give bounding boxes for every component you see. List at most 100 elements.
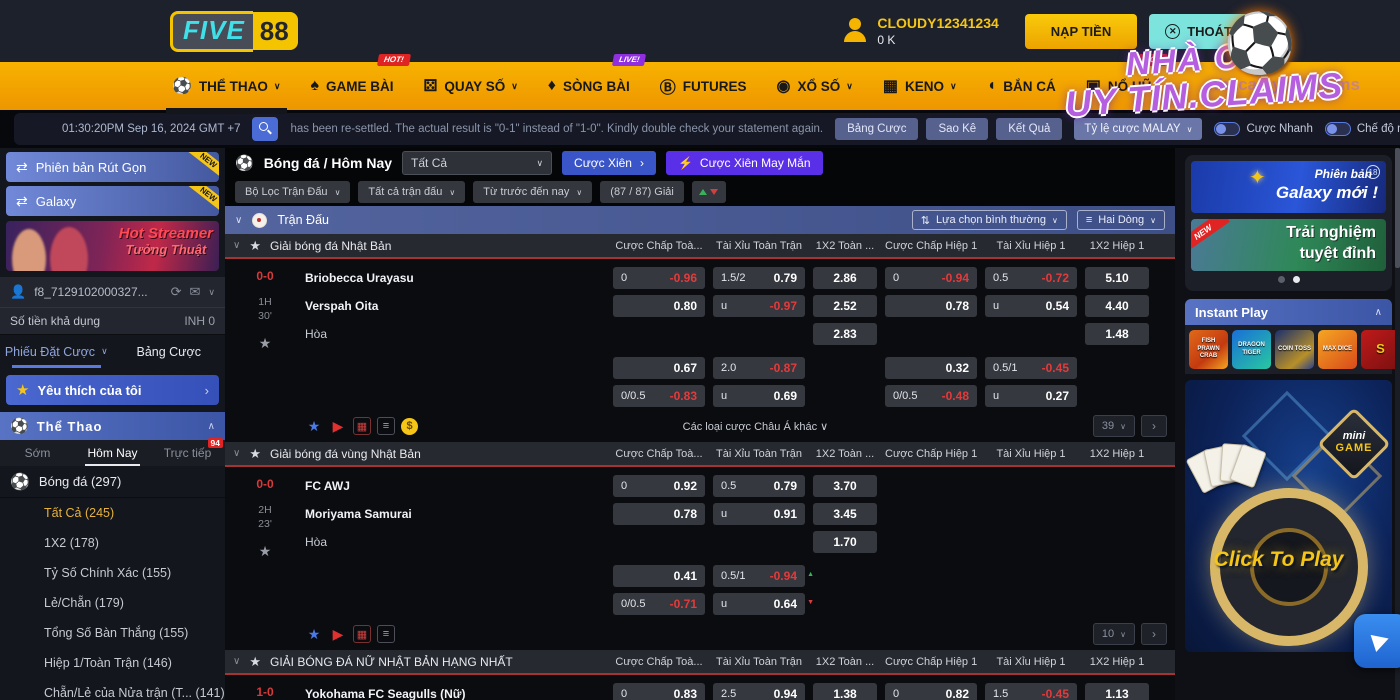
odds-cell[interactable]: 0.41 xyxy=(613,565,705,587)
odds-cell[interactable]: 00.82 xyxy=(885,683,977,700)
odds-cell[interactable]: u0.91 xyxy=(713,503,805,525)
odds-type-dropdown[interactable]: Tỷ lệ cược MALAY ∨ xyxy=(1074,118,1202,140)
favorites-button[interactable]: ★ Yêu thích của tôi › xyxy=(6,375,219,405)
favorite-star-icon[interactable]: ★ xyxy=(305,417,323,435)
odds-cell[interactable]: 0/0.5-0.71 xyxy=(613,593,705,615)
odds-cell[interactable]: 1.5/20.79 xyxy=(713,267,805,289)
chat-fab-button[interactable] xyxy=(1354,614,1400,668)
market-item[interactable]: Chẵn/Lẻ của Nửa trận (T... (141) xyxy=(0,678,225,700)
sport-row-football[interactable]: ⚽ Bóng đá (297) xyxy=(0,466,225,498)
sort-toggle[interactable] xyxy=(692,181,726,203)
pitch-view-icon[interactable]: ▦ xyxy=(353,625,371,643)
chevron-down-icon[interactable]: ∨ xyxy=(208,287,215,298)
market-item[interactable]: Hiệp 1/Toàn Trận (146) xyxy=(0,648,225,678)
odds-cell[interactable]: u0.54 xyxy=(985,295,1077,317)
chevron-down-icon[interactable]: ∨ xyxy=(235,215,242,226)
odds-cell[interactable]: 2.0-0.87 xyxy=(713,357,805,379)
odds-cell[interactable]: u0.27 xyxy=(985,385,1077,407)
odds-cell[interactable]: 2.83 xyxy=(813,323,877,345)
odds-cell[interactable]: 0-0.96 xyxy=(613,267,705,289)
time-tab-hôm-nay[interactable]: Hôm Nay xyxy=(75,440,150,466)
odds-cell[interactable]: 00.83 xyxy=(613,683,705,700)
galaxy-version-button[interactable]: ⇄ Galaxy NEW xyxy=(6,186,219,216)
live-stream-icon[interactable]: ▶ xyxy=(329,417,347,435)
lucky-parlay-button[interactable]: ⚡ Cược Xiên May Mắn xyxy=(666,151,823,175)
odds-cell[interactable]: 0.78 xyxy=(885,295,977,317)
subbar-button-kết-quả[interactable]: Kết Quả xyxy=(996,118,1062,140)
more-bets-count-dropdown[interactable]: 10∨ xyxy=(1093,623,1135,645)
favorite-star-icon[interactable]: ★ xyxy=(259,335,272,352)
filter-t-tr-c-n-nay[interactable]: Từ trước đến nay∨ xyxy=(473,181,592,203)
odds-cell[interactable]: 0.5/1-0.94 xyxy=(713,565,805,587)
tab-betslip[interactable]: Phiếu Đặt Cược ∨ xyxy=(0,335,113,368)
filter--87-87-gi-i[interactable]: (87 / 87) Giải xyxy=(600,181,684,203)
nav-item-futures[interactable]: ⒷFUTURES xyxy=(660,62,747,110)
nav-item-quay-số[interactable]: ⚄QUAY SỐ∨ xyxy=(424,62,518,110)
odds-cell[interactable]: 00.92 xyxy=(613,475,705,497)
more-bets-count-dropdown[interactable]: 39∨ xyxy=(1093,415,1135,437)
chevron-down-icon[interactable]: ∨ xyxy=(233,240,240,251)
game-tile-fish-prawn-crab[interactable]: FISH PRAWN CRAB xyxy=(1189,330,1228,369)
galaxy-banner[interactable]: ✦ 18 Phiên bản Galaxy mới ! xyxy=(1191,161,1386,213)
odds-cell[interactable]: 2.86 xyxy=(813,267,877,289)
account-row[interactable]: 👤 f8_7129102000327... ⟳ ✉ ∨ xyxy=(0,277,225,307)
mail-icon[interactable]: ✉ xyxy=(190,284,201,300)
filter-t-t-c-tr-n-u[interactable]: Tất cả trận đấu∨ xyxy=(358,181,465,203)
stats-icon[interactable]: ≡ xyxy=(377,625,395,643)
odds-cell[interactable]: 0.50.79 xyxy=(713,475,805,497)
time-tab-sớm[interactable]: Sớm xyxy=(0,440,75,466)
stats-icon[interactable]: ≡ xyxy=(377,417,395,435)
odds-cell[interactable]: 2.50.94 xyxy=(713,683,805,700)
odds-cell[interactable]: 1.38 xyxy=(813,683,877,700)
favorite-star-icon[interactable]: ★ xyxy=(305,625,323,643)
odds-cell[interactable]: 0.78 xyxy=(613,503,705,525)
chevron-down-icon[interactable]: ∨ xyxy=(233,656,240,667)
star-icon[interactable]: ★ xyxy=(249,446,261,462)
odds-cell[interactable]: 1.48 xyxy=(1085,323,1149,345)
next-arrow-button[interactable]: › xyxy=(1141,415,1167,437)
mini-game-promo[interactable]: mini GAME Click To Play xyxy=(1185,380,1392,652)
nav-item-nổ-hũ[interactable]: ▣NỔ HŨHOT xyxy=(1086,62,1152,110)
carousel-dot[interactable] xyxy=(1278,276,1285,283)
view-mode-dropdown[interactable]: ⇅ Lựa chọn bình thường ∨ xyxy=(912,210,1067,230)
odds-cell[interactable]: u0.64 xyxy=(713,593,805,615)
odds-cell[interactable]: 0.32 xyxy=(885,357,977,379)
odds-cell[interactable]: u-0.97 xyxy=(713,295,805,317)
sports-section-header[interactable]: ⚽ Thể Thao ∧ xyxy=(0,412,225,440)
market-item[interactable]: Tỷ Số Chính Xác (155) xyxy=(0,558,225,588)
compact-version-button[interactable]: ⇄ Phiên bản Rút Gọn NEW xyxy=(6,152,219,182)
quick-bet-toggle[interactable]: Cược Nhanh xyxy=(1214,122,1312,136)
nav-item-keno[interactable]: ▦KENO∨ xyxy=(883,62,957,110)
odds-cell[interactable]: 5.10 xyxy=(1085,267,1149,289)
market-item[interactable]: Tổng Số Bàn Thắng (155) xyxy=(0,618,225,648)
filter-b-l-c-tr-n-u[interactable]: Bộ Lọc Trận Đấu∨ xyxy=(235,181,350,203)
deposit-button[interactable]: NẠP TIỀN xyxy=(1025,14,1137,49)
line-mode-dropdown[interactable]: ≡ Hai Dòng ∨ xyxy=(1077,210,1165,230)
odds-cell[interactable]: 0.67 xyxy=(613,357,705,379)
search-button[interactable] xyxy=(252,117,278,141)
nav-item-bắn-cá[interactable]: ◖BẮN CÁ xyxy=(987,62,1056,110)
star-icon[interactable]: ★ xyxy=(249,238,261,254)
star-icon[interactable]: ★ xyxy=(249,654,261,670)
odds-cell[interactable]: 0.80 xyxy=(613,295,705,317)
experience-banner[interactable]: NEW Trải nghiệm tuyệt đỉnh xyxy=(1191,219,1386,271)
subbar-button-bảng-cược[interactable]: Bảng Cược xyxy=(835,118,918,140)
nav-item-sòng-bài[interactable]: ♦SÒNG BÀILIVE! xyxy=(548,62,630,110)
league-select-dropdown[interactable]: Tất Cả ∨ xyxy=(402,151,552,175)
odds-cell[interactable]: 0.5/1-0.45 xyxy=(985,357,1077,379)
odds-cell[interactable]: u0.69 xyxy=(713,385,805,407)
tab-pending-bets[interactable]: Bảng Cược xyxy=(113,335,226,368)
odds-cell[interactable]: 0/0.5-0.83 xyxy=(613,385,705,407)
game-tile-max-dice[interactable]: MAX DICE xyxy=(1318,330,1357,369)
odds-cell[interactable]: 1.5-0.45 xyxy=(985,683,1077,700)
odds-cell[interactable]: 1.70 xyxy=(813,531,877,553)
hot-streamer-banner[interactable]: Hot Streamer Tưởng Thuật xyxy=(6,221,219,271)
odds-cell[interactable]: 4.40 xyxy=(1085,295,1149,317)
user-block[interactable]: CLOUDY12341234 0 K xyxy=(842,15,998,47)
time-tab-trực-tiếp[interactable]: Trực tiếp94 xyxy=(150,440,225,466)
favorite-star-icon[interactable]: ★ xyxy=(259,543,272,560)
chevron-down-icon[interactable]: ∨ xyxy=(233,448,240,459)
live-stream-icon[interactable]: ▶ xyxy=(329,625,347,643)
nav-item-xổ-số[interactable]: ◉XỔ SỐ∨ xyxy=(777,62,853,110)
five88-logo[interactable]: FIVE 88 xyxy=(170,11,298,52)
